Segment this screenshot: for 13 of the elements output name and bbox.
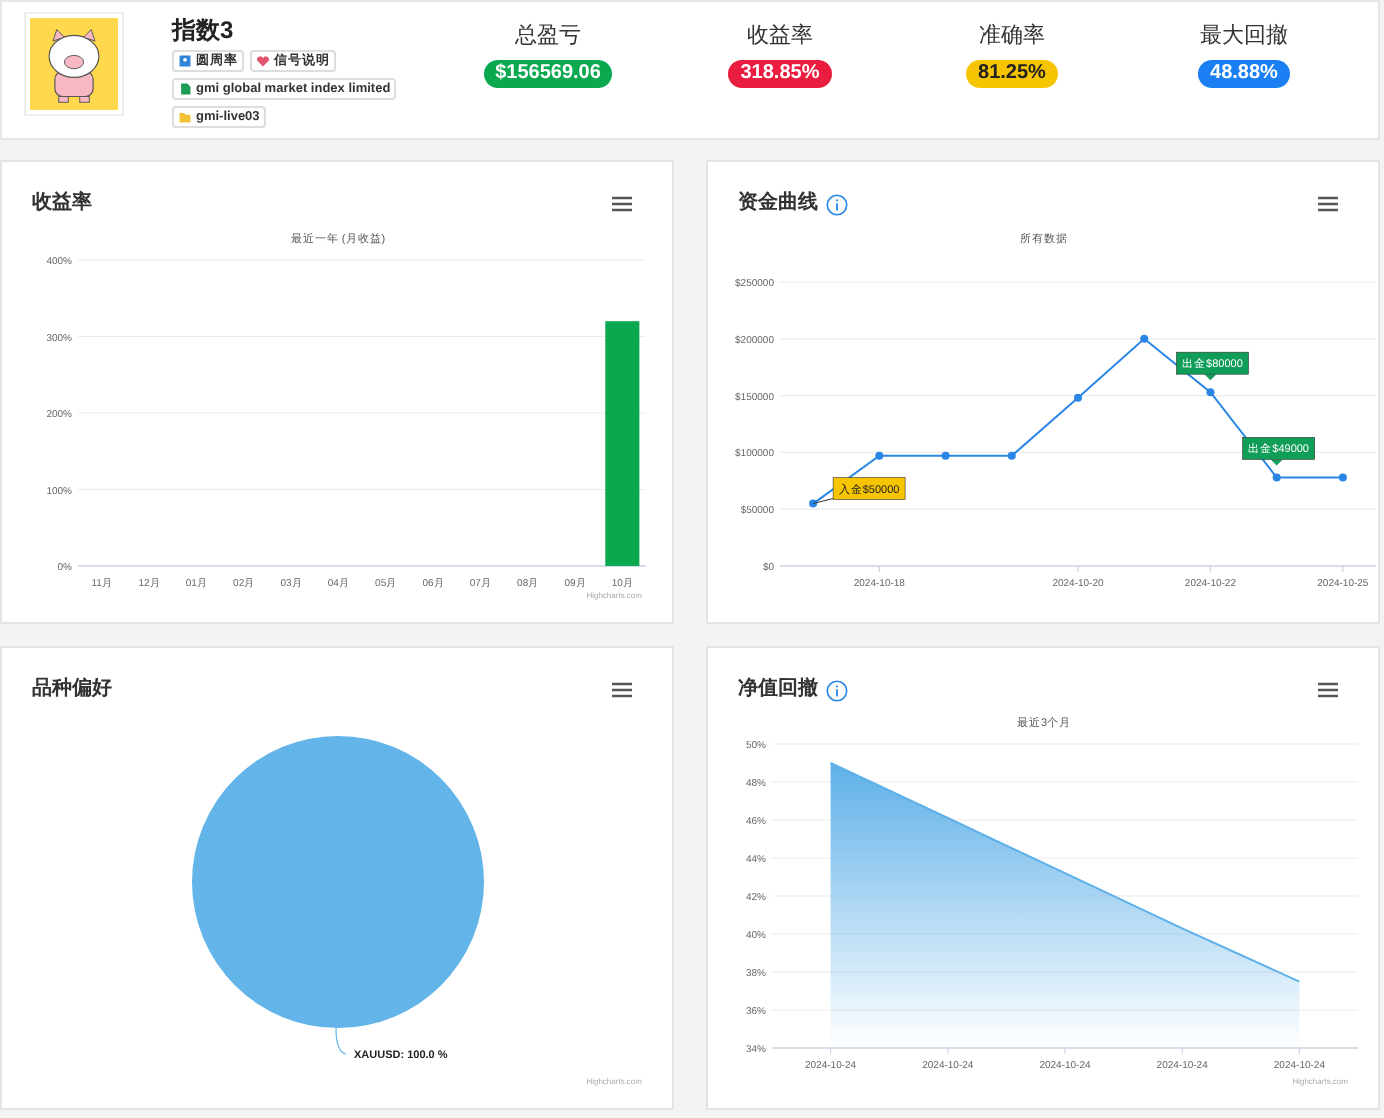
card-title: 收益率 xyxy=(32,192,92,216)
card-title: 净值回撤 xyxy=(738,678,818,702)
stat-value-badge: 318.85% xyxy=(728,60,832,88)
stat-value-badge: 48.88% xyxy=(1198,60,1290,88)
stat-value-badge: 81.25% xyxy=(966,60,1058,88)
card-title: 资金曲线 xyxy=(738,192,818,216)
stat-label: 总盈亏 xyxy=(515,22,581,50)
stat-label: 收益率 xyxy=(747,22,813,50)
stat-label: 最大回撤 xyxy=(1200,22,1288,50)
stat-label: 准确率 xyxy=(979,22,1045,50)
strategy-title: 指数3 xyxy=(172,14,236,46)
card-title: 品种偏好 xyxy=(32,678,112,702)
stat-value-badge: $156569.06 xyxy=(483,60,613,88)
